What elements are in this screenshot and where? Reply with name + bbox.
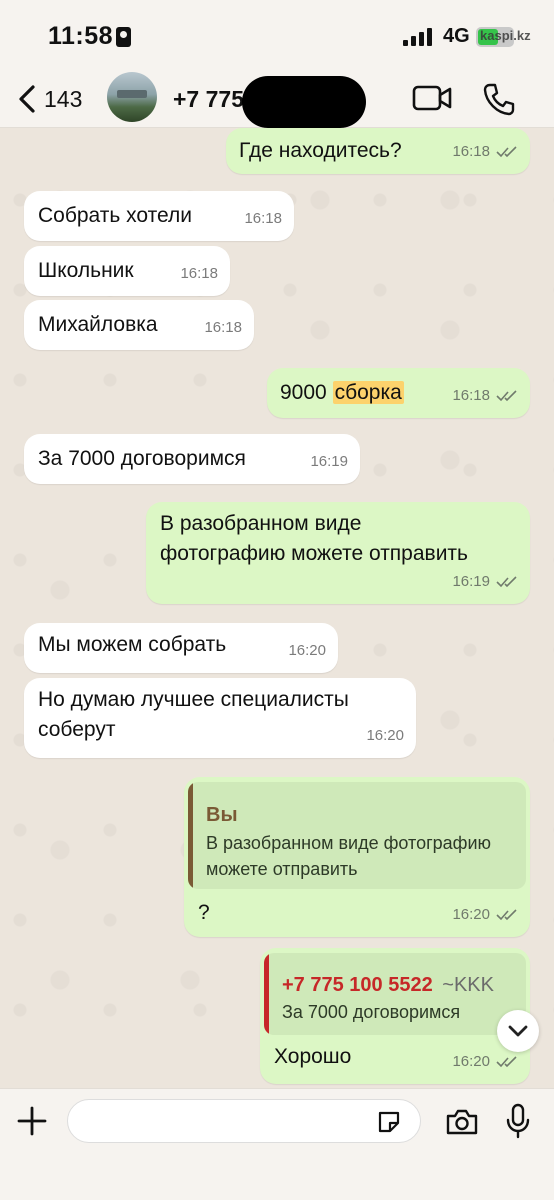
message-incoming[interactable]: Школьник 16:18	[24, 246, 230, 296]
camera-icon[interactable]	[445, 1108, 479, 1136]
message-text: За 7000 договоримся	[38, 447, 246, 470]
message-time: 16:18	[244, 210, 282, 227]
read-ticks-icon	[496, 1056, 517, 1068]
sticker-icon[interactable]	[376, 1109, 402, 1135]
message-outgoing[interactable]: 9000 сборка 16:18	[267, 368, 530, 418]
message-time: 16:20	[452, 906, 490, 923]
composer-bar	[0, 1088, 554, 1200]
network-type: 4G	[443, 25, 470, 47]
message-incoming[interactable]: Собрать хотели 16:18	[24, 191, 294, 241]
contact-name[interactable]: +7 775	[173, 86, 244, 113]
status-time: 11:58	[48, 22, 114, 50]
message-time: 16:18	[452, 387, 490, 404]
message-time: 16:20	[366, 727, 404, 744]
message-time: 16:18	[204, 319, 242, 336]
quote-author: Вы	[206, 804, 238, 826]
message-outgoing[interactable]: Где находитесь? 16:18	[226, 128, 530, 174]
message-text: Где находитесь?	[239, 139, 402, 162]
scroll-to-bottom-button[interactable]	[497, 1010, 539, 1052]
chat-header: 143 +7 775	[0, 70, 554, 128]
message-text: Мы можем собрать	[38, 633, 227, 656]
message-incoming[interactable]: Мы можем собрать 16:20	[24, 623, 338, 673]
message-time: 16:18	[452, 143, 490, 160]
microphone-icon[interactable]	[505, 1103, 531, 1139]
reply-quote[interactable]: Вы В разобранном виде фотографию можете …	[188, 782, 526, 889]
message-text: Хорошо	[274, 1045, 352, 1068]
message-text: ?	[198, 901, 210, 924]
message-incoming[interactable]: Но думаю лучшее специалисты соберут 16:2…	[24, 678, 416, 758]
message-text: В разобранном виде фотографию можете отп…	[160, 512, 468, 565]
quote-author: +7 775 100 5522 ~KKK	[282, 974, 494, 996]
id-card-icon	[116, 27, 131, 47]
read-ticks-icon	[496, 146, 517, 158]
quote-text: В разобранном виде фотографию можете отп…	[206, 833, 492, 879]
quote-accent-bar	[264, 953, 269, 1035]
chevron-down-icon	[508, 1025, 528, 1037]
message-time: 16:20	[452, 1053, 490, 1070]
message-outgoing[interactable]: В разобранном виде фотографию можете отп…	[146, 502, 530, 604]
message-text-plain: 9000	[280, 381, 327, 404]
message-time: 16:19	[452, 573, 490, 590]
watermark: kaspi.kz	[480, 28, 531, 43]
message-text-highlight: сборка	[332, 381, 404, 404]
message-incoming[interactable]: За 7000 договоримся 16:19	[24, 434, 360, 484]
read-ticks-icon	[496, 576, 517, 588]
message-text: 9000 сборка	[280, 378, 404, 408]
message-outgoing[interactable]: +7 775 100 5522 ~KKK За 7000 договоримся…	[260, 948, 530, 1084]
message-input[interactable]	[67, 1099, 421, 1143]
read-ticks-icon	[496, 909, 517, 921]
message-time: 16:18	[180, 265, 218, 282]
message-text: Но думаю лучшее специалисты соберут	[38, 688, 349, 741]
back-chevron-icon[interactable]	[14, 84, 42, 114]
signal-icon	[403, 28, 435, 46]
quote-alias: ~KKK	[442, 974, 494, 996]
message-incoming[interactable]: Михайловка 16:18	[24, 300, 254, 350]
message-outgoing[interactable]: Вы В разобранном виде фотографию можете …	[184, 777, 530, 937]
plus-icon[interactable]	[16, 1105, 48, 1137]
message-text: Школьник	[38, 259, 134, 282]
message-time: 16:20	[288, 642, 326, 659]
status-bar: 11:58 4G kaspi.kz	[0, 0, 554, 70]
phone-call-icon[interactable]	[482, 82, 516, 116]
message-time: 16:19	[310, 453, 348, 470]
quote-accent-bar	[188, 782, 193, 889]
contact-avatar[interactable]	[107, 72, 157, 122]
quote-text: За 7000 договоримся	[282, 1002, 461, 1022]
message-text: Собрать хотели	[38, 204, 192, 227]
read-ticks-icon	[496, 390, 517, 402]
message-text: Михайловка	[38, 313, 158, 336]
unread-count[interactable]: 143	[44, 86, 82, 113]
video-call-icon[interactable]	[412, 84, 452, 112]
reply-quote[interactable]: +7 775 100 5522 ~KKK За 7000 договоримся	[264, 953, 526, 1035]
redaction-mark	[242, 76, 366, 128]
